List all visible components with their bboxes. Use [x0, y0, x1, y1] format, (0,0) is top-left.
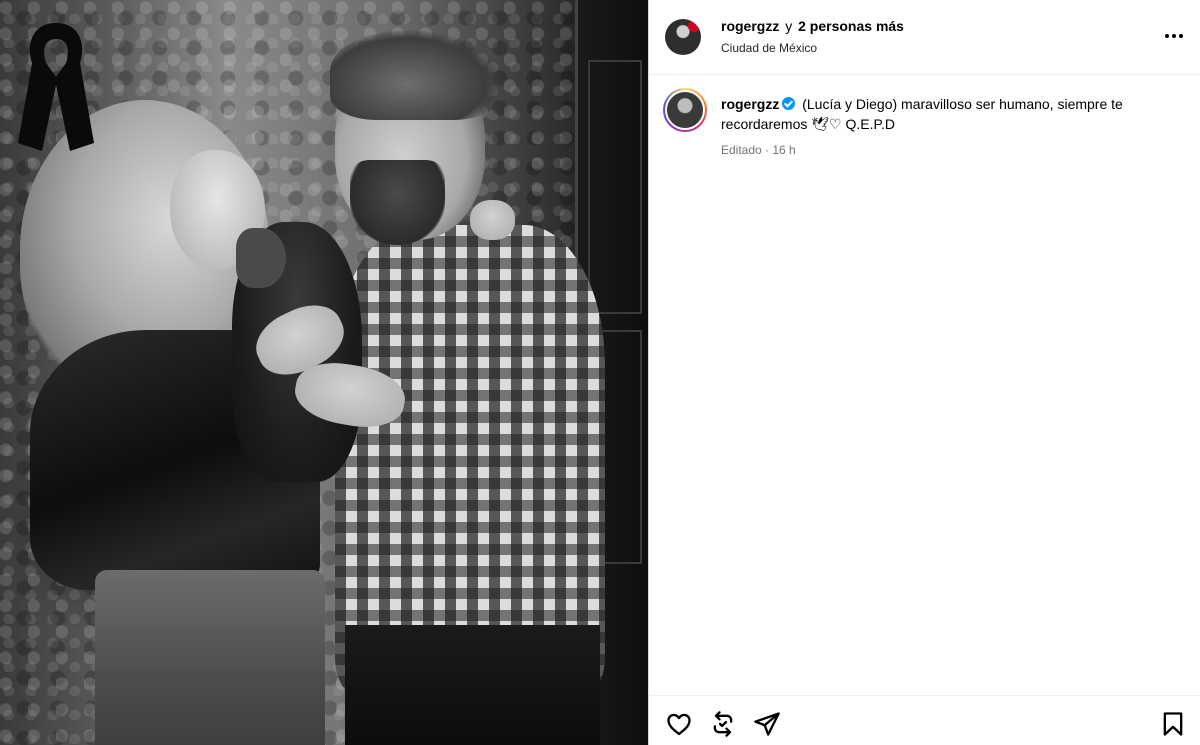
verified-badge-icon: [782, 97, 796, 110]
black-mourning-ribbon-icon: [18, 23, 94, 151]
paper-plane-icon[interactable]: [753, 710, 781, 738]
man-pants: [345, 625, 600, 745]
post-authors: rogergzz y 2 personas más: [721, 17, 904, 35]
caption-suffix: Q.E.P.D: [845, 116, 896, 132]
avatar: [665, 90, 705, 130]
repost-icon[interactable]: [709, 710, 737, 738]
action-bar: [649, 695, 1200, 745]
avatar[interactable]: [665, 19, 701, 55]
more-options-icon[interactable]: [1161, 24, 1187, 48]
edited-timestamp[interactable]: Editado · 16 h: [721, 142, 796, 158]
username-link[interactable]: rogergzz: [721, 18, 779, 34]
man-beard: [350, 160, 445, 245]
post-side-panel: rogergzz y 2 personas más Ciudad de Méxi…: [648, 0, 1200, 745]
caption-username-link[interactable]: rogergzz: [721, 96, 779, 112]
instagram-post: rogergzz y 2 personas más Ciudad de Méxi…: [0, 0, 1200, 745]
conjunction-text: y: [785, 18, 793, 34]
caption-text: rogergzz (Lucía y Diego) maravilloso ser…: [721, 94, 1171, 135]
story-ring[interactable]: [663, 88, 707, 132]
bookmark-icon[interactable]: [1159, 710, 1187, 738]
heart-icon[interactable]: [665, 710, 693, 738]
collaborators-link[interactable]: 2 personas más: [798, 18, 904, 34]
caption-body: (Lucía y Diego) maravilloso ser humano, …: [721, 96, 1123, 132]
woman-jeans: [95, 570, 325, 745]
puppy-ear: [236, 228, 286, 288]
location-link[interactable]: Ciudad de México: [721, 40, 817, 56]
post-photo[interactable]: [0, 0, 648, 745]
hand: [470, 200, 515, 240]
dove-heart-emoji: 🕊♡: [811, 117, 842, 133]
post-header: rogergzz y 2 personas más Ciudad de Méxi…: [649, 0, 1200, 75]
